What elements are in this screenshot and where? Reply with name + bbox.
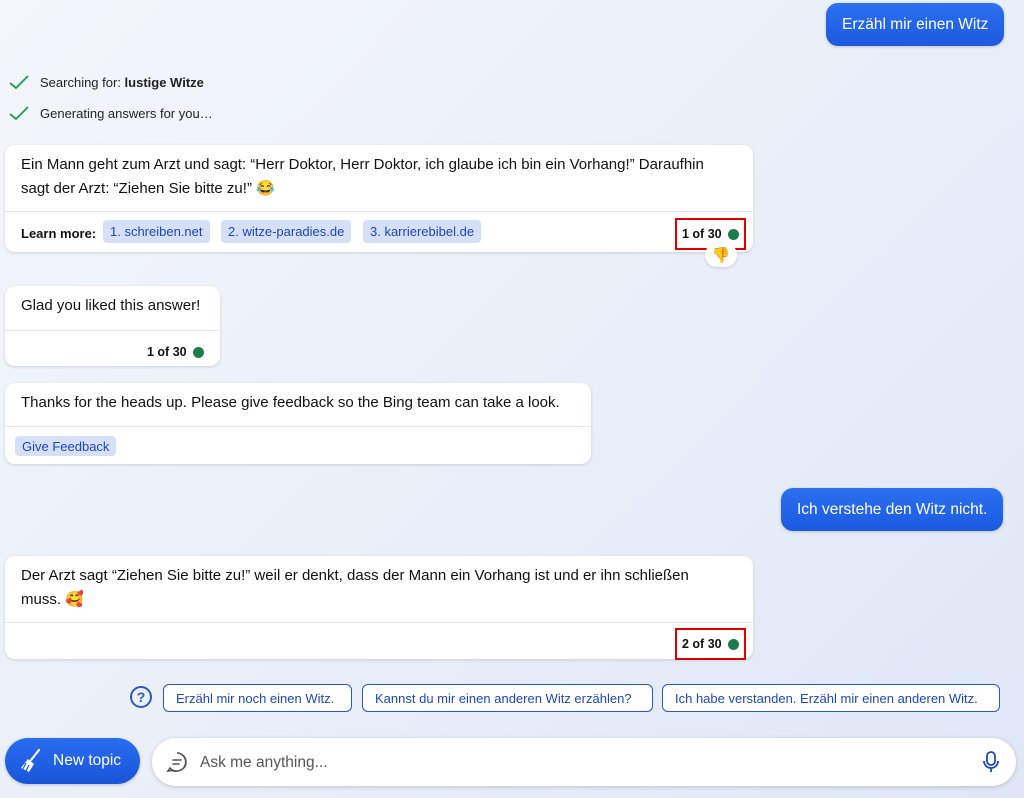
status-searching-prefix: Searching for: — [40, 74, 125, 90]
bot-message: Ein Mann geht zum Arzt und sagt: “Herr D… — [5, 145, 753, 252]
give-feedback-button[interactable]: Give Feedback — [15, 436, 117, 456]
bot-message-text: Thanks for the heads up. Please give fee… — [21, 394, 560, 411]
source-link-2[interactable]: 2. witze-paradies.de — [221, 220, 352, 243]
response-counter-text: 1 of 30 — [147, 345, 187, 359]
microphone-icon[interactable] — [982, 750, 1000, 774]
bot-message: Glad you liked this answer! 1 of 30 — [5, 286, 220, 366]
thumbs-down-icon[interactable]: 👎 — [705, 243, 737, 267]
reaction-emoji: 👎 — [711, 247, 731, 264]
user-message-text: Erzähl mir einen Witz — [842, 15, 989, 33]
suggestion-chip-2[interactable]: Kannst du mir einen anderen Witz erzähle… — [362, 684, 653, 712]
check-icon — [9, 75, 29, 90]
status-dot — [727, 228, 739, 240]
ask-box[interactable] — [152, 738, 1016, 786]
bot-message-text: Glad you liked this answer! — [21, 297, 201, 314]
ask-input[interactable] — [198, 750, 962, 776]
bot-message-text: Ein Mann geht zum Arzt und sagt: “Herr D… — [21, 156, 704, 197]
status-generating-text: Generating answers for you… — [40, 105, 213, 121]
status-generating: Generating answers for you… — [8, 105, 213, 121]
new-topic-button[interactable]: New topic — [5, 738, 140, 784]
learn-more-label: Learn more: — [21, 226, 97, 241]
user-message: Erzähl mir einen Witz — [826, 3, 1005, 46]
help-icon[interactable]: ? — [130, 686, 152, 708]
response-counter-text: 2 of 30 — [682, 637, 722, 651]
bot-message: Der Arzt sagt “Ziehen Sie bitte zu!” wei… — [5, 556, 753, 660]
source-link-3[interactable]: 3. karrierebibel.de — [363, 220, 482, 243]
check-icon — [9, 106, 29, 121]
source-link-1[interactable]: 1. schreiben.net — [103, 220, 210, 243]
suggestion-chip-1[interactable]: Erzähl mir noch einen Witz. — [163, 684, 352, 712]
status-searching: Searching for: lustige Witze — [8, 74, 204, 90]
response-counter: 2 of 30 — [675, 628, 746, 660]
response-counter: 1 of 30 — [147, 340, 204, 364]
bot-message-text: Der Arzt sagt “Ziehen Sie bitte zu!” wei… — [21, 567, 689, 608]
new-topic-label: New topic — [53, 752, 122, 769]
suggestion-chip-3[interactable]: Ich habe verstanden. Erzähl mir einen an… — [662, 684, 1000, 712]
status-dot — [192, 346, 204, 358]
user-message: Ich verstehe den Witz nicht. — [781, 488, 1004, 531]
broom-icon — [21, 748, 41, 772]
user-message-text: Ich verstehe den Witz nicht. — [797, 500, 988, 518]
chat-bubble-icon — [166, 752, 187, 773]
status-searching-query: lustige Witze — [124, 74, 204, 90]
bot-message: Thanks for the heads up. Please give fee… — [5, 383, 591, 464]
status-dot — [727, 638, 739, 650]
